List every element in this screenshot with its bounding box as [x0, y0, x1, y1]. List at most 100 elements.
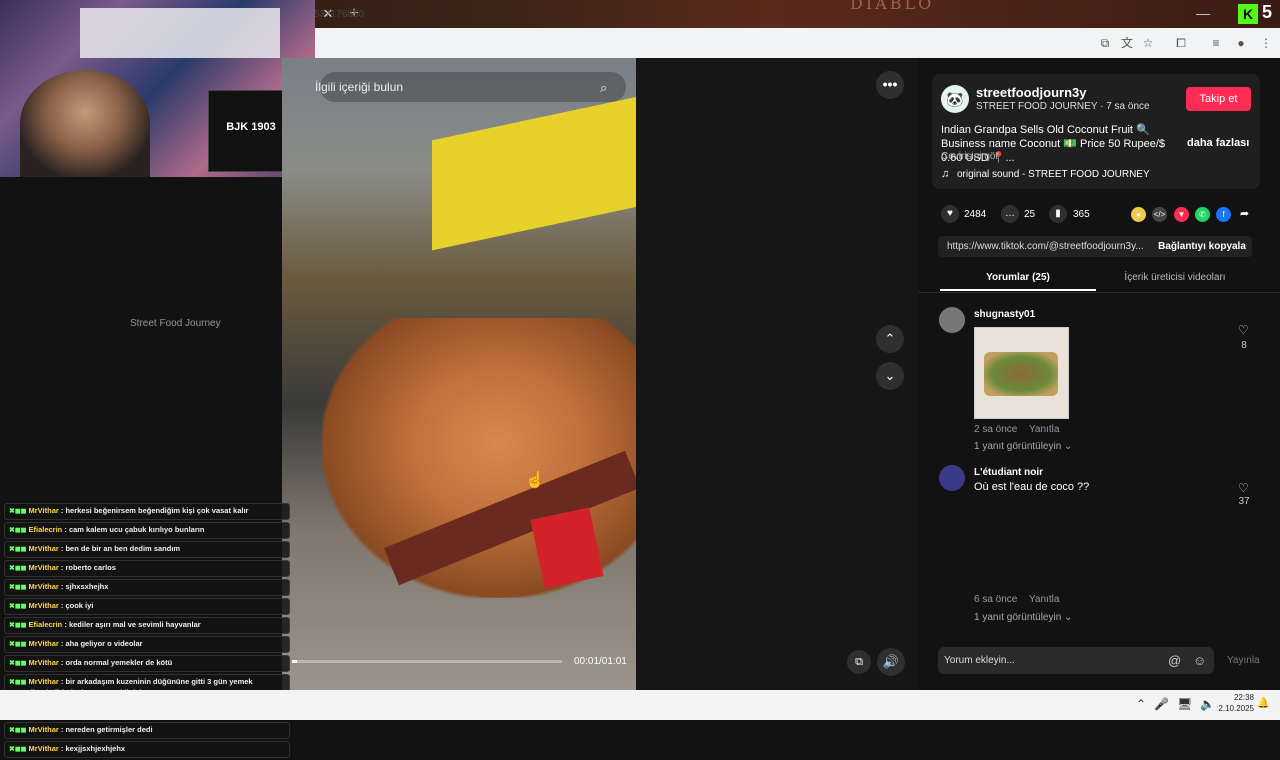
clock: 22:38 2.10.2025: [1214, 692, 1254, 714]
next-video-button[interactable]: ⌄: [876, 362, 904, 390]
previous-video-button[interactable]: ⌃: [876, 325, 904, 353]
sound-name[interactable]: original sound - STREET FOOD JOURNEY: [957, 169, 1150, 180]
volume-button[interactable]: 🔊: [877, 648, 905, 676]
chat-username[interactable]: MrVithar: [29, 639, 59, 648]
clock-date: 2.10.2025: [1218, 704, 1254, 713]
chat-username[interactable]: Efialecrin: [29, 620, 63, 629]
url-text[interactable]: 537176850: [314, 9, 364, 20]
comment-like-icon[interactable]: ♡: [1238, 481, 1249, 495]
stream-chat: ✖◼◼ MrVithar : herkesi beğenirsem beğendi…: [4, 503, 290, 760]
comment-reply-button[interactable]: Yanıtla: [1029, 424, 1059, 435]
chat-text: orda normal yemekler de kötü: [65, 658, 173, 667]
chat-separator: :: [58, 744, 66, 753]
chat-username[interactable]: MrVithar: [29, 725, 59, 734]
bookmark-star-icon[interactable]: ☆: [1139, 34, 1157, 52]
chat-badge-icons: ✖◼◼: [9, 660, 27, 667]
chat-username[interactable]: MrVithar: [29, 677, 59, 686]
reading-list-icon[interactable]: ≡: [1207, 34, 1225, 52]
more-options-button[interactable]: •••: [876, 71, 904, 99]
comment-avatar[interactable]: [939, 465, 965, 491]
tab-comments[interactable]: Yorumlar (25): [940, 272, 1096, 283]
chat-text: roberto carlos: [65, 563, 116, 572]
chat-username[interactable]: Efialecrin: [29, 525, 63, 534]
extensions-icon[interactable]: ⧠: [1172, 34, 1190, 52]
send-icon[interactable]: ▼: [1174, 207, 1189, 222]
emoji-icon[interactable]: ☺: [1193, 653, 1206, 668]
translate-link[interactable]: Çevirisini gör: [941, 151, 999, 162]
more-link[interactable]: daha fazlası: [1187, 137, 1249, 149]
menu-icon[interactable]: ⋮: [1257, 34, 1275, 52]
save-count: 365: [1073, 209, 1090, 220]
brand-overlay-text: DIABLO: [850, 0, 935, 13]
video-link[interactable]: https://www.tiktok.com/@streetfoodjourn3…: [947, 241, 1147, 252]
facebook-icon[interactable]: f: [1216, 207, 1231, 222]
view-replies-link[interactable]: 1 yanıt görüntüleyin ⌄: [974, 441, 1072, 452]
profile-icon[interactable]: ●: [1232, 34, 1250, 52]
post-button[interactable]: Yayınla: [1227, 655, 1260, 666]
chat-username[interactable]: MrVithar: [29, 582, 59, 591]
chat-separator: :: [58, 725, 66, 734]
comment-text: Où est l'eau de coco ??: [974, 481, 1090, 493]
share-coin-icon[interactable]: ●: [1131, 207, 1146, 222]
notification-icon[interactable]: 🔔: [1257, 698, 1269, 710]
streamer-figure: [20, 70, 150, 177]
clock-time: 22:38: [1233, 693, 1254, 702]
search-icon[interactable]: ⌕: [600, 80, 614, 95]
chat-username[interactable]: MrVithar: [29, 601, 59, 610]
window-minimize-button[interactable]: —: [1193, 5, 1213, 23]
kick-logo-icon: K: [1238, 4, 1258, 24]
comment-user[interactable]: L'étudiant noir: [974, 467, 1043, 478]
comment-icon[interactable]: …: [1001, 205, 1019, 223]
video-player[interactable]: [282, 58, 636, 690]
comment-avatar[interactable]: [939, 307, 965, 333]
tab-creator-videos[interactable]: İçerik üreticisi videoları: [1100, 272, 1250, 283]
chat-message: ✖◼◼ MrVithar : sjhxsxhejhx: [4, 579, 290, 596]
chat-separator: :: [62, 525, 69, 534]
translate-icon[interactable]: 文: [1118, 34, 1136, 52]
chat-username[interactable]: MrVithar: [29, 544, 59, 553]
whatsapp-icon[interactable]: ✆: [1195, 207, 1210, 222]
chat-username[interactable]: MrVithar: [29, 506, 59, 515]
author-avatar[interactable]: 🐼: [941, 85, 969, 113]
chat-message: ✖◼◼ Efialecrin : kediler aşırı mal ve sev…: [4, 617, 290, 634]
chat-username[interactable]: MrVithar: [29, 563, 59, 572]
comment-input[interactable]: Yorum ekleyin...: [944, 655, 1015, 666]
chat-badge-icons: ✖◼◼: [9, 603, 27, 610]
chat-message: ✖◼◼ MrVithar : ben de bir an ben dedim sa…: [4, 541, 290, 558]
like-heart-icon[interactable]: ♥: [941, 205, 959, 223]
webcam-shelf: [80, 8, 280, 58]
chat-badge-icons: ✖◼◼: [9, 508, 27, 515]
chat-username[interactable]: MrVithar: [29, 744, 59, 753]
chat-text: sjhxsxhejhx: [65, 582, 109, 591]
copy-link-button[interactable]: Bağlantıyı kopyala: [1152, 236, 1252, 257]
mention-icon[interactable]: @: [1168, 653, 1181, 668]
comment-reply-button[interactable]: Yanıtla: [1029, 594, 1059, 605]
system-tray-icons[interactable]: ⌃🎤🖥🔈: [1136, 697, 1223, 711]
video-progress-bar[interactable]: [292, 660, 562, 663]
embed-code-icon[interactable]: </>: [1152, 207, 1167, 222]
author-name[interactable]: streetfoodjourn3y: [976, 85, 1087, 100]
comment-like-icon[interactable]: ♡: [1238, 323, 1249, 337]
chat-badge-icons: ✖◼◼: [9, 622, 27, 629]
chat-text: kediler aşırı mal ve sevimli hayvanlar: [68, 620, 201, 629]
music-note-icon: ♫: [941, 168, 950, 180]
comment-user[interactable]: shugnasty01: [974, 309, 1035, 320]
pip-button[interactable]: ⧉: [847, 650, 871, 674]
chat-message: ✖◼◼ MrVithar : orda normal yemekler de kö…: [4, 655, 290, 672]
view-replies-link[interactable]: 1 yanıt görüntüleyin ⌄: [974, 612, 1072, 623]
bookmark-icon[interactable]: ▮: [1049, 205, 1067, 223]
chat-badge-icons: ✖◼◼: [9, 746, 27, 753]
kick-counter: 5: [1262, 2, 1273, 22]
search-input[interactable]: İlgili içeriği bulun: [315, 80, 403, 94]
cast-icon[interactable]: ⧉: [1096, 34, 1114, 52]
follow-button[interactable]: Takip et: [1186, 87, 1251, 111]
share-arrow-icon[interactable]: ➦: [1237, 207, 1252, 222]
tab-divider: [918, 292, 1280, 293]
chat-badge-icons: ✖◼◼: [9, 565, 27, 572]
chat-username[interactable]: MrVithar: [29, 658, 59, 667]
chat-badge-icons: ✖◼◼: [9, 584, 27, 591]
chat-text: kexjjsxhjexhjehx: [65, 744, 126, 753]
comment-count: 25: [1024, 209, 1036, 220]
chat-message: ✖◼◼ MrVithar : kexjjsxhjexhjehx: [4, 741, 290, 758]
chat-badge-icons: ✖◼◼: [9, 727, 27, 734]
